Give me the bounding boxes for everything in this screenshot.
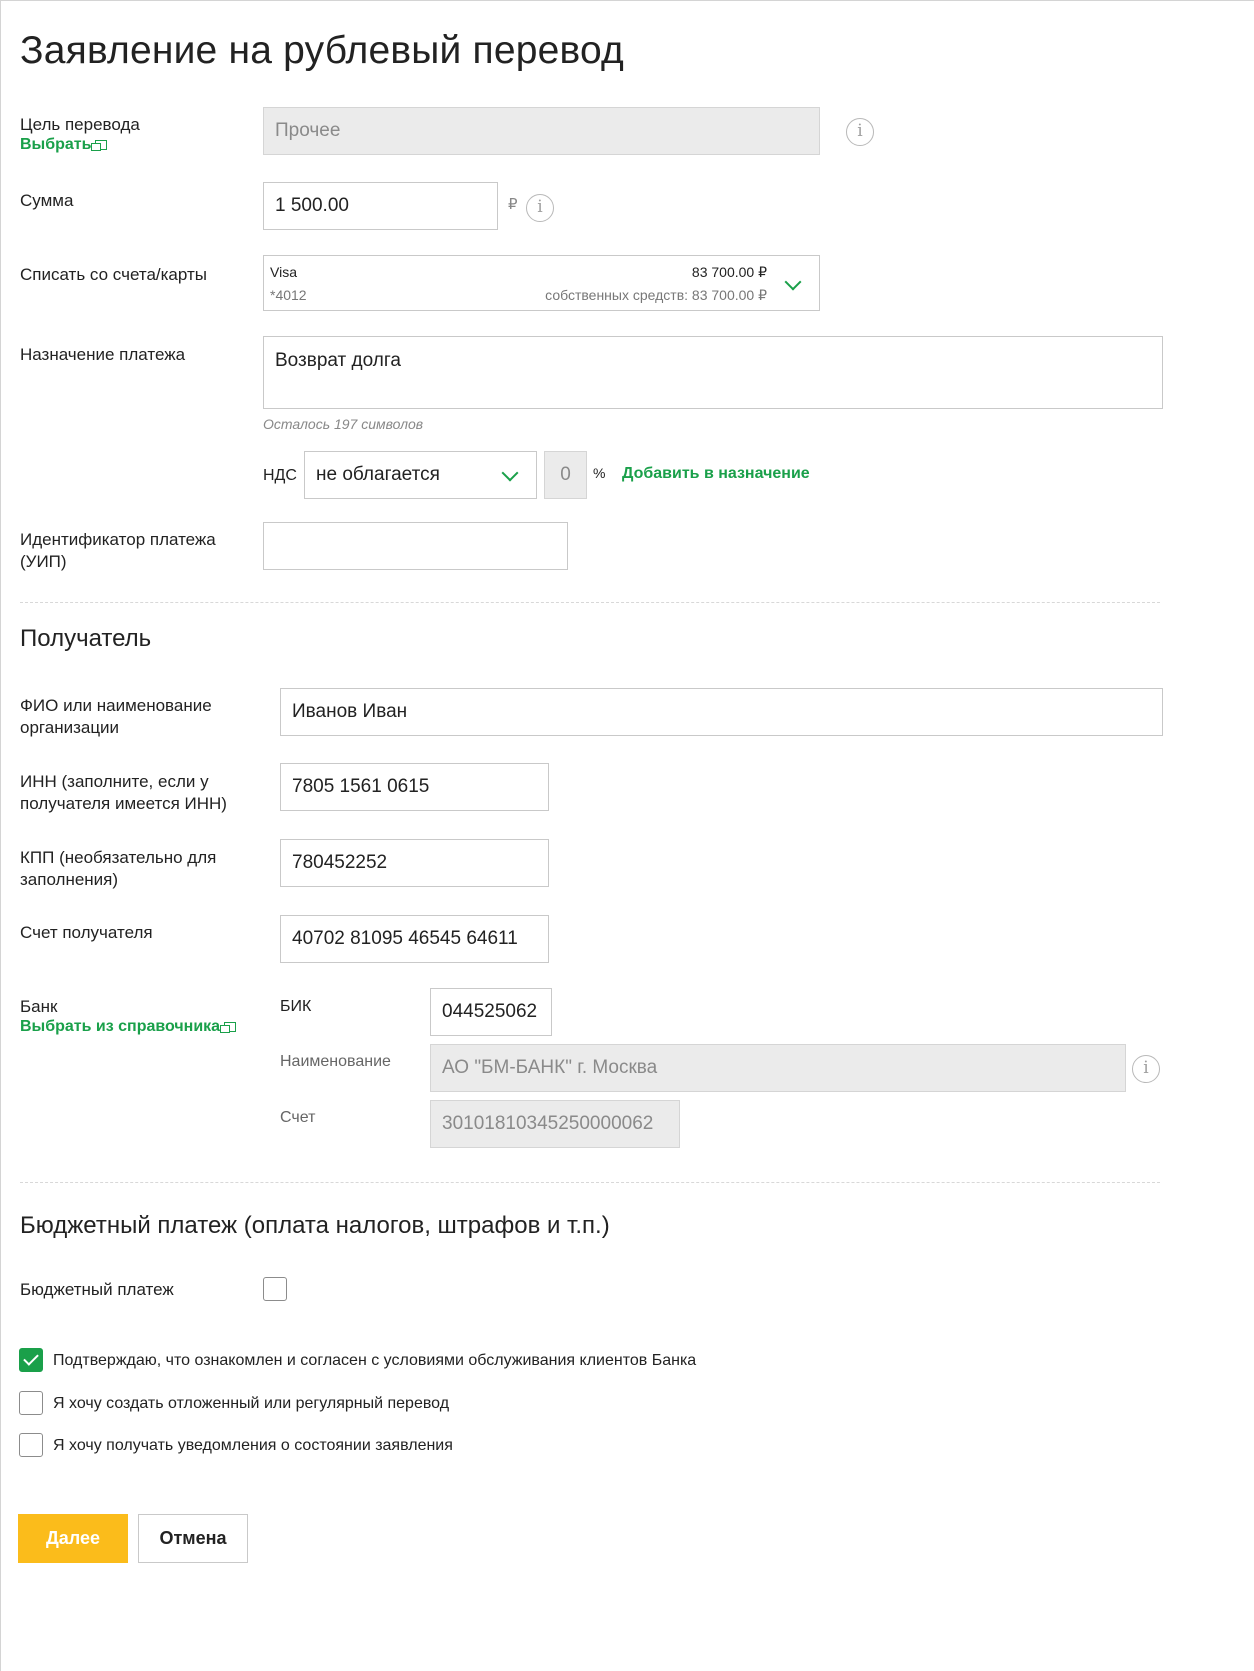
agreement-terms-label: Подтверждаю, что ознакомлен и согласен с… [53,1352,697,1369]
purpose-choose-link-label: Выбрать [20,136,92,153]
bank-name-label: Наименование [280,1053,391,1070]
notifications-label: Я хочу получать уведомления о состоянии … [53,1437,453,1454]
bik-input[interactable] [430,988,552,1036]
next-button[interactable]: Далее [18,1514,128,1563]
recipient-inn-input[interactable] [280,763,549,811]
bank-name-field [430,1044,1126,1092]
external-link-icon [220,1021,237,1033]
recipient-account-input[interactable] [280,915,549,963]
notifications-checkbox[interactable] [19,1433,43,1457]
vat-rate-field: 0 [544,451,587,499]
recipient-name-label: ФИО или наименование организации [20,696,212,737]
bik-label: БИК [280,998,312,1015]
budget-checkbox[interactable] [263,1277,287,1301]
info-icon[interactable]: i [526,194,554,222]
budget-checkbox-label: Бюджетный платеж [20,1280,174,1299]
payment-purpose-label: Назначение платежа [20,345,186,364]
recipient-account-label: Счет получателя [20,923,153,942]
uip-label: Идентификатор платежа (УИП) [20,530,216,571]
bank-account-field [430,1100,680,1148]
remaining-chars-hint: Осталось 197 символов [263,416,424,432]
card-name: Visa [270,264,297,280]
debit-account-label: Списать со счета/карты [20,265,207,284]
currency-symbol: ₽ [508,196,518,213]
amount-label: Сумма [20,191,74,210]
amount-input[interactable] [263,182,498,230]
purpose-field[interactable] [263,107,820,155]
chevron-down-icon [501,464,519,482]
recipient-kpp-label: КПП (необязательно для заполнения) [20,848,217,889]
agreement-terms-checkbox[interactable] [19,1348,43,1372]
card-balance: 83 700.00 ₽ [691,264,767,280]
add-to-purpose-link[interactable]: Добавить в назначение [622,465,810,483]
chevron-down-icon [784,273,802,291]
section-divider [20,1182,1160,1183]
recipient-section-title: Получатель [20,625,152,652]
info-icon[interactable]: i [1132,1055,1160,1083]
vat-percent-sign: % [593,465,606,481]
recipient-name-input[interactable] [280,688,1163,736]
budget-section-title: Бюджетный платеж (оплата налогов, штрафо… [20,1212,610,1239]
transfer-form-page: Заявление на рублевый перевод Цель перев… [0,0,1254,1671]
bank-account-label: Счет [280,1109,316,1126]
recipient-inn-label: ИНН (заполните, если у получателя имеетс… [20,772,227,813]
cancel-button[interactable]: Отмена [138,1514,248,1563]
card-own-funds: собственных средств: 83 700.00 ₽ [545,287,767,303]
recipient-kpp-input[interactable] [280,839,549,887]
uip-input[interactable] [263,522,568,570]
section-divider [20,602,1160,603]
bank-label: Банк [20,997,58,1016]
scheduled-transfer-checkbox[interactable] [19,1391,43,1415]
vat-label: НДС [263,467,297,484]
vat-selected-value: не облагается [316,464,440,485]
bank-directory-link-label: Выбрать из справочника [20,1018,221,1035]
checkmark-icon [23,1350,39,1366]
bank-directory-link[interactable]: Выбрать из справочника [20,1018,237,1036]
purpose-choose-link[interactable]: Выбрать [20,136,108,154]
purpose-label: Цель перевода [20,115,140,134]
payment-purpose-textarea[interactable]: Возврат долга [263,336,1163,409]
page-title: Заявление на рублевый перевод [20,29,624,72]
scheduled-transfer-label: Я хочу создать отложенный или регулярный… [53,1395,450,1412]
info-icon[interactable]: i [846,118,874,146]
vat-select[interactable]: не облагается [304,451,537,499]
card-number: *4012 [270,287,307,303]
external-link-icon [91,139,108,151]
debit-account-select[interactable]: Visa *4012 83 700.00 ₽ собственных средс… [263,255,820,311]
